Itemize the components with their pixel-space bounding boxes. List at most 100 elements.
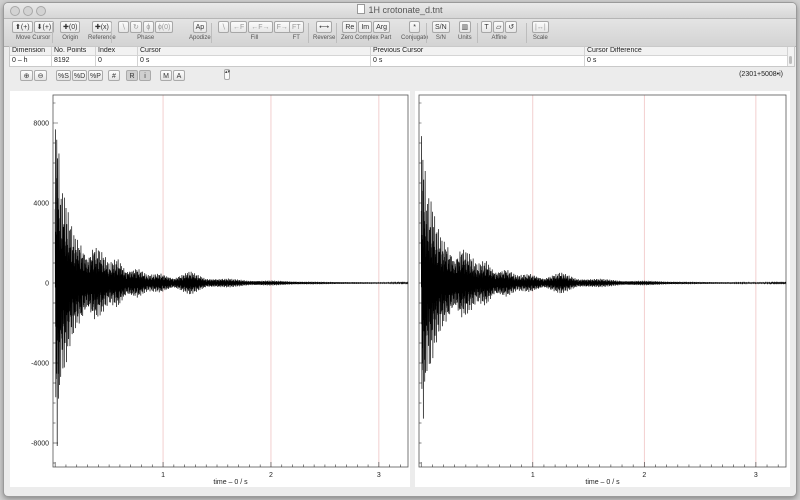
scrollbar-thumb[interactable] [789,56,792,64]
cursor-column: Previous Cursor 0 s [371,47,585,66]
units-button-0[interactable]: ▥ [458,21,472,33]
toolbar-group-scale: |↔| Scale [532,21,549,41]
cursor-column-value: 0 – h [12,57,28,64]
x-axis-label: time – 0 / s [213,479,248,486]
cursor-column-value: 0 s [140,57,150,64]
cursor-column-header[interactable]: Cursor [138,47,370,56]
document-icon [357,4,366,14]
toolbar-group-ft: FT FT [289,21,304,41]
sn-button-0[interactable]: S/N [432,21,450,33]
zero-complex-part-button-1[interactable]: Im [358,21,373,33]
title-bar: 1H crotonate_d.tnt [4,3,796,19]
argument-toggle[interactable]: A [173,70,185,81]
ft-label: FT [292,35,300,41]
toolbar-separator [52,23,53,43]
scale-button-0[interactable]: |↔| [532,21,549,33]
apodize-button-0[interactable]: Ap [192,21,208,33]
cursor-column-header[interactable]: Cursor Difference [585,47,787,56]
affine-button-0[interactable]: T [481,21,492,33]
zero-complex-part-button-0[interactable]: Re [342,21,358,33]
cursor-column-header[interactable]: No. Points [52,47,95,56]
real-part-toggle[interactable]: R [126,70,138,81]
show-p-button[interactable]: %P [88,70,103,81]
zero-complex-part-label: Zero Complex Part [341,35,392,41]
toolbar-separator [211,23,212,43]
show-d-button[interactable]: %D [72,70,87,81]
move-cursor-button-0[interactable]: ⬆(+) [12,21,33,33]
y-tick-label: -4000 [31,361,49,368]
affine-button-2[interactable]: ↺ [505,21,518,33]
x-tick-label: 2 [642,472,646,479]
sn-label: S/N [435,35,446,41]
toolbar-group-origin: ✚(0) Origin [60,21,81,41]
window-title-text: 1H crotonate_d.tnt [368,5,443,15]
phase-label: Phase [137,35,155,41]
phase-button-3[interactable]: ϕ(0) [154,21,174,33]
fill-button-1[interactable]: ←F [230,21,248,33]
conjugate-button-0[interactable]: * [409,21,421,33]
x-axis-label: time – 0 / s [585,479,620,486]
x-tick-label: 1 [161,472,165,479]
cursor-column-header[interactable]: Dimension [10,47,51,56]
apodize-label: Apodize [189,35,211,41]
toolbar-group-zero-complex-part: Re Im Arg Zero Complex Part [341,21,391,41]
toolbar-group-fill: ∖ ←F ←F→ F→ Fill [218,21,291,41]
fid-trace [420,136,787,419]
display-stepper[interactable]: ▴▾ [224,69,230,80]
window-title: 1H crotonate_d.tnt [4,4,796,15]
plot-real[interactable]: 1 2 3 time – 0 / s 8000 4000 0 -4000 -8000 [10,91,410,487]
show-s-button[interactable]: %S [56,70,71,81]
cursor-column: Dimension 0 – h [10,47,52,66]
fid-real-chart[interactable]: 1 2 3 time – 0 / s 8000 4000 0 -4000 -8000 [10,91,410,487]
affine-label: Affine [491,35,507,41]
toolbar-group-apodize: Ap Apodize [189,21,211,41]
toolbar-separator [477,23,478,43]
cursor-column-value: 0 s [587,57,597,64]
origin-label: Origin [62,35,79,41]
cursor-column: Cursor 0 s [138,47,371,66]
phase-button-1[interactable]: ↻ [130,21,142,33]
reference-button-0[interactable]: ✚(x) [91,21,112,33]
cursor-column-header[interactable]: Previous Cursor [371,47,584,56]
grid-toggle-button[interactable]: # [108,70,120,81]
zero-complex-part-button-2[interactable]: Arg [373,21,390,33]
plot-imaginary[interactable]: 1 2 3 time – 0 / s [415,91,790,487]
cursor-column-value: 0 s [373,57,383,64]
toolbar-group-phase: ∖ ↻ ϕ ϕ(0) Phase [118,21,174,41]
reverse-label: Reverse [313,35,336,41]
ft-button-0[interactable]: FT [289,21,304,33]
affine-button-1[interactable]: ▱ [493,21,505,33]
toolbar-group-units: ▥ Units [458,21,472,41]
fid-imaginary-chart[interactable]: 1 2 3 time – 0 / s [415,91,790,487]
move-cursor-label: Move Cursor [15,35,51,41]
fill-label: Fill [250,35,259,41]
phase-button-2[interactable]: ϕ [142,21,154,33]
toolbar-separator [426,23,427,43]
imaginary-part-toggle[interactable]: i [139,70,151,81]
cursor-table-scrollbar[interactable] [787,47,794,66]
phase-button-0[interactable]: ∖ [118,21,129,33]
toolbar-group-sn: S/N S/N [432,21,450,41]
toolbar-separator [308,23,309,43]
magnitude-toggle[interactable]: M [160,70,172,81]
fill-button-2[interactable]: ←F→ [248,21,273,33]
cursor-column: Index 0 [96,47,138,66]
fill-button-0[interactable]: ∖ [218,21,229,33]
toolbar-group-reverse: ⟷ Reverse [313,21,335,41]
cursor-column: Cursor Difference 0 s [585,47,788,66]
toolbar-group-conjugate: * Conjugate [401,21,428,41]
toolbar-separator [336,23,337,43]
value-readout: (2301+5008•i) [739,71,783,78]
zoom-out-button[interactable]: ⊖ [34,70,47,81]
x-tick-label: 1 [531,472,535,479]
reverse-button-0[interactable]: ⟷ [316,21,333,33]
conjugate-label: Conjugate [401,35,429,41]
cursor-column: No. Points 8192 [52,47,96,66]
zoom-in-button[interactable]: ⊕ [20,70,33,81]
origin-button-0[interactable]: ✚(0) [60,21,81,33]
toolbar: ⬆(+) ⬇(+) Move Cursor ✚(0) Origin ✚(x) Referen… [4,19,796,47]
x-tick-label: 3 [754,472,758,479]
y-tick-label: 4000 [33,201,49,208]
y-tick-label: 8000 [33,121,49,128]
cursor-column-header[interactable]: Index [96,47,137,56]
